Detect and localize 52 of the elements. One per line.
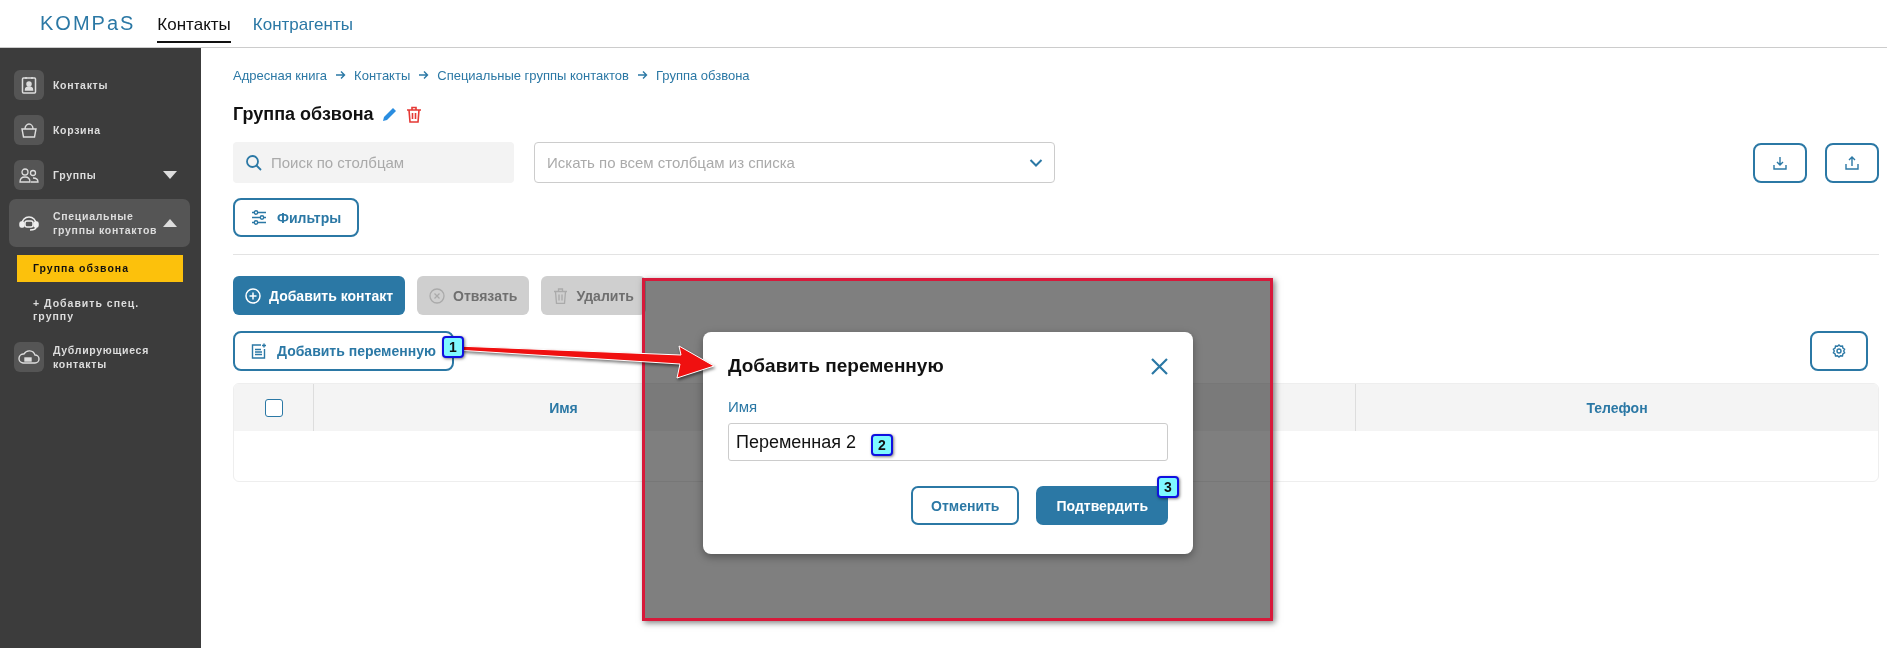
breadcrumb-link[interactable]: Адресная книга	[233, 67, 328, 83]
sidebar-item[interactable]: Корзина	[9, 109, 190, 151]
nav-tab[interactable]: Контрагенты	[252, 4, 353, 43]
arrow-right-icon	[418, 70, 430, 80]
upload-icon	[1845, 155, 1859, 170]
step-badge: 3	[1157, 476, 1179, 498]
sidebar-item[interactable]: Дублирующиеся контакты	[9, 336, 190, 378]
dialog-title: Добавить переменную	[728, 355, 944, 377]
arrow-right-icon	[335, 70, 347, 80]
settings-button[interactable]	[1810, 331, 1868, 371]
sliders-icon	[251, 210, 267, 225]
sidebar-item[interactable]: Контакты	[9, 64, 190, 106]
sidebar-subitem[interactable]: + Добавить спец. группу	[17, 290, 183, 330]
plus-circle-icon	[245, 287, 261, 304]
sidebar-item[interactable]: Специальные группы контактов	[9, 199, 190, 247]
nav-tab[interactable]: Контакты	[157, 4, 231, 43]
column-select[interactable]: Искать по всем столбцам из списка	[534, 142, 1055, 183]
breadcrumb-link[interactable]: Специальные группы контактов	[437, 67, 629, 83]
action-button[interactable]: Добавить контакт	[233, 276, 406, 315]
column-header: Имя	[549, 399, 578, 416]
breadcrumb-link[interactable]: Группа обзвона	[656, 67, 750, 83]
basket-icon	[20, 122, 38, 138]
column-header: Телефон	[1586, 399, 1648, 416]
breadcrumb-link[interactable]: Контакты	[354, 67, 411, 83]
pencil-icon[interactable]	[381, 106, 398, 122]
step-badge: 1	[442, 336, 464, 358]
search-field[interactable]: Поиск по столбцам	[233, 142, 514, 183]
trash-icon[interactable]	[405, 105, 422, 123]
arrow-right-icon	[637, 70, 648, 80]
checkbox[interactable]	[264, 398, 283, 417]
download-icon	[1773, 155, 1787, 170]
cancel-button[interactable]: Отменить	[911, 486, 1020, 525]
field-label: Имя	[728, 398, 758, 415]
filters-button[interactable]: Фильтры	[233, 198, 360, 237]
people-icon	[19, 167, 39, 183]
headset-icon	[18, 215, 40, 231]
close-icon[interactable]	[1151, 357, 1168, 375]
upload-button[interactable]	[1825, 142, 1879, 183]
search-icon	[245, 153, 263, 172]
chevron-down-icon	[1029, 158, 1043, 167]
sidebar-item[interactable]: Группы	[9, 154, 190, 196]
contact-card-icon	[21, 76, 37, 94]
download-button[interactable]	[1753, 142, 1807, 183]
sidebar-subitem[interactable]: Группа обзвона	[17, 255, 183, 282]
x-circle-icon	[429, 287, 446, 304]
note-plus-icon	[251, 343, 267, 359]
page-title: Группа обзвона	[233, 103, 374, 125]
trash-icon	[553, 287, 569, 304]
step-badge: 2	[871, 434, 893, 456]
cloud-icon	[18, 349, 40, 365]
settings-icon	[1832, 344, 1846, 358]
logo: KOMPaS	[40, 12, 136, 35]
